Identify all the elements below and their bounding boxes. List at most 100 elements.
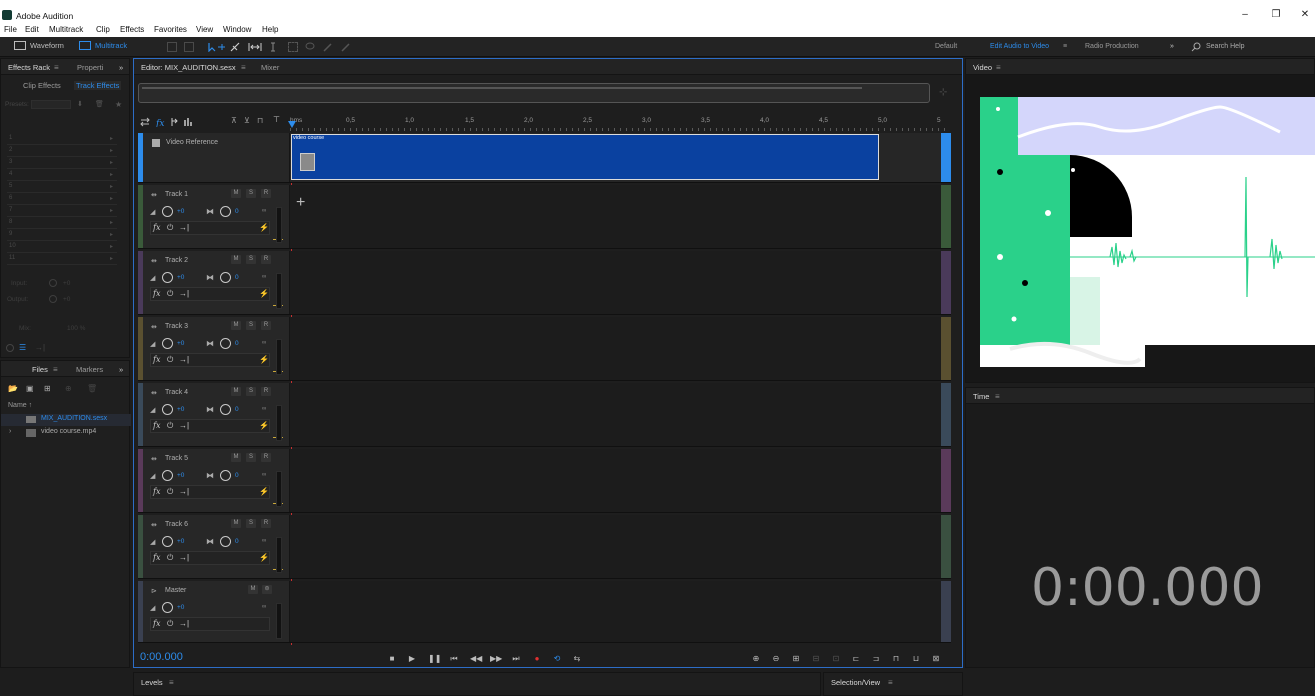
- move-tool-icon[interactable]: [208, 42, 226, 52]
- playhead-handle[interactable]: [288, 121, 296, 128]
- lightning-icon[interactable]: ⚡: [259, 487, 269, 496]
- razor-tool-icon[interactable]: [230, 42, 240, 52]
- fx-icon[interactable]: fx: [153, 619, 160, 628]
- marquee-tool-icon[interactable]: [288, 42, 298, 52]
- volume-knob[interactable]: [162, 536, 173, 547]
- panel-menu-icon[interactable]: ≡: [54, 63, 59, 72]
- pan-value[interactable]: 0: [235, 406, 239, 413]
- video-frame[interactable]: [980, 97, 1315, 367]
- track-scroll-indicator[interactable]: [941, 383, 951, 446]
- tab-track-effects[interactable]: Track Effects: [74, 81, 122, 90]
- search-help-input[interactable]: Search Help: [1206, 43, 1245, 50]
- loop-button[interactable]: ⟲: [552, 654, 562, 664]
- rack-list-icon[interactable]: ☰: [19, 343, 26, 352]
- fx-icon[interactable]: fx: [153, 289, 160, 298]
- tab-markers[interactable]: Markers: [76, 365, 103, 374]
- fx-power-icon[interactable]: ⏻: [167, 289, 173, 299]
- zoom-in-point-icon[interactable]: ⊏: [851, 654, 861, 664]
- rack-slot[interactable]: 6 ▸: [7, 194, 117, 205]
- marker-icon[interactable]: ⊤: [273, 115, 280, 124]
- pan-knob[interactable]: [220, 338, 231, 349]
- file-item[interactable]: MIX_AUDITION.sesx: [1, 414, 131, 426]
- waveform-button[interactable]: Waveform: [30, 41, 64, 50]
- minimize-button[interactable]: –: [1238, 9, 1252, 21]
- track-tools[interactable]: fx: [140, 117, 200, 127]
- menu-window[interactable]: Window: [223, 25, 251, 34]
- menu-help[interactable]: Help: [262, 25, 278, 34]
- presets-dropdown[interactable]: [31, 100, 71, 109]
- zoom-in-vertical-icon[interactable]: ⊼: [231, 116, 237, 125]
- track-name[interactable]: Track 3: [165, 323, 188, 330]
- zoom-track-icon[interactable]: ⊔: [911, 654, 921, 664]
- volume-value[interactable]: +0: [177, 406, 184, 413]
- record-arm-button[interactable]: R: [261, 387, 271, 396]
- volume-value[interactable]: +0: [177, 538, 184, 545]
- volume-knob[interactable]: [162, 338, 173, 349]
- zoom-out-amplitude-icon[interactable]: ⊖: [771, 654, 781, 664]
- record-arm-button[interactable]: R: [261, 189, 271, 198]
- track-name[interactable]: Track 1: [165, 191, 188, 198]
- lasso-tool-icon[interactable]: [305, 42, 315, 52]
- zoom-selection-icon[interactable]: ⊓: [891, 654, 901, 664]
- track-lane[interactable]: [290, 383, 941, 446]
- tab-effects-rack[interactable]: Effects Rack: [8, 63, 50, 72]
- input-knob[interactable]: [49, 279, 57, 287]
- track-lane[interactable]: video course: [290, 133, 941, 182]
- mute-button[interactable]: M: [231, 387, 241, 396]
- expand-chevron-icon[interactable]: ›: [9, 428, 11, 435]
- pan-knob[interactable]: [220, 470, 231, 481]
- track-name[interactable]: Track 2: [165, 257, 188, 264]
- solo-button[interactable]: S: [246, 321, 256, 330]
- link-icon[interactable]: ∞: [262, 472, 266, 478]
- fx-power-icon[interactable]: ⏻: [167, 487, 173, 497]
- link-icon[interactable]: ∞: [262, 340, 266, 346]
- timeline-ruler[interactable]: hms 0,5 1,0 1,5 2,0 2,5 3,0 3,5 4,0 4,5 …: [290, 115, 945, 132]
- track-lane[interactable]: [290, 581, 941, 642]
- track-lane[interactable]: [290, 185, 941, 248]
- pan-value[interactable]: 0: [235, 472, 239, 479]
- menu-clip[interactable]: Clip: [96, 25, 110, 34]
- navigator-scrollbar[interactable]: [142, 87, 862, 89]
- pan-knob[interactable]: [220, 404, 231, 415]
- rack-slot[interactable]: 2 ▸: [7, 146, 117, 157]
- record-arm-button[interactable]: R: [261, 321, 271, 330]
- lightning-icon[interactable]: ⚡: [259, 355, 269, 364]
- volume-value[interactable]: +0: [177, 208, 184, 215]
- go-to-start-button[interactable]: ⏮: [449, 654, 459, 664]
- tab-clip-effects[interactable]: Clip Effects: [23, 81, 61, 90]
- menu-favorites[interactable]: Favorites: [154, 25, 187, 34]
- menu-edit[interactable]: Edit: [25, 25, 39, 34]
- mute-button[interactable]: M: [231, 321, 241, 330]
- panel-more-button[interactable]: »: [119, 365, 123, 374]
- volume-knob[interactable]: [162, 206, 173, 217]
- track-lane[interactable]: [290, 449, 941, 512]
- lightning-icon[interactable]: ⚡: [259, 289, 269, 298]
- panel-menu-icon[interactable]: ≡: [169, 678, 174, 687]
- pan-value[interactable]: 0: [235, 340, 239, 347]
- tab-properties[interactable]: Properti: [77, 63, 103, 72]
- pitch-icon[interactable]: [184, 42, 194, 52]
- insert-icon[interactable]: ⊕: [65, 384, 72, 393]
- volume-knob[interactable]: [162, 470, 173, 481]
- fx-power-icon[interactable]: ⏻: [167, 223, 173, 233]
- panel-menu-icon[interactable]: ≡: [53, 365, 58, 374]
- rewind-button[interactable]: ◀◀: [470, 654, 482, 664]
- pan-knob[interactable]: [220, 206, 231, 217]
- save-preset-icon[interactable]: ⬇: [77, 100, 83, 108]
- zoom-out-time-icon[interactable]: ⊟: [811, 654, 821, 664]
- menu-view[interactable]: View: [196, 25, 213, 34]
- panel-menu-icon[interactable]: ≡: [996, 63, 1001, 72]
- volume-value[interactable]: +0: [177, 604, 184, 611]
- rack-slot[interactable]: 3 ▸: [7, 158, 117, 169]
- pan-knob[interactable]: [220, 272, 231, 283]
- mute-button[interactable]: M: [231, 519, 241, 528]
- pan-value[interactable]: 0: [235, 538, 239, 545]
- menu-effects[interactable]: Effects: [120, 25, 144, 34]
- fx-power-icon[interactable]: ⏻: [167, 421, 173, 431]
- open-folder-icon[interactable]: 📂: [8, 384, 18, 393]
- fx-icon[interactable]: fx: [153, 553, 160, 562]
- panel-menu-icon[interactable]: ≡: [888, 678, 893, 687]
- workspace-radio-production[interactable]: Radio Production: [1085, 43, 1139, 50]
- track-lane[interactable]: [290, 251, 941, 314]
- panel-more-button[interactable]: »: [119, 63, 123, 72]
